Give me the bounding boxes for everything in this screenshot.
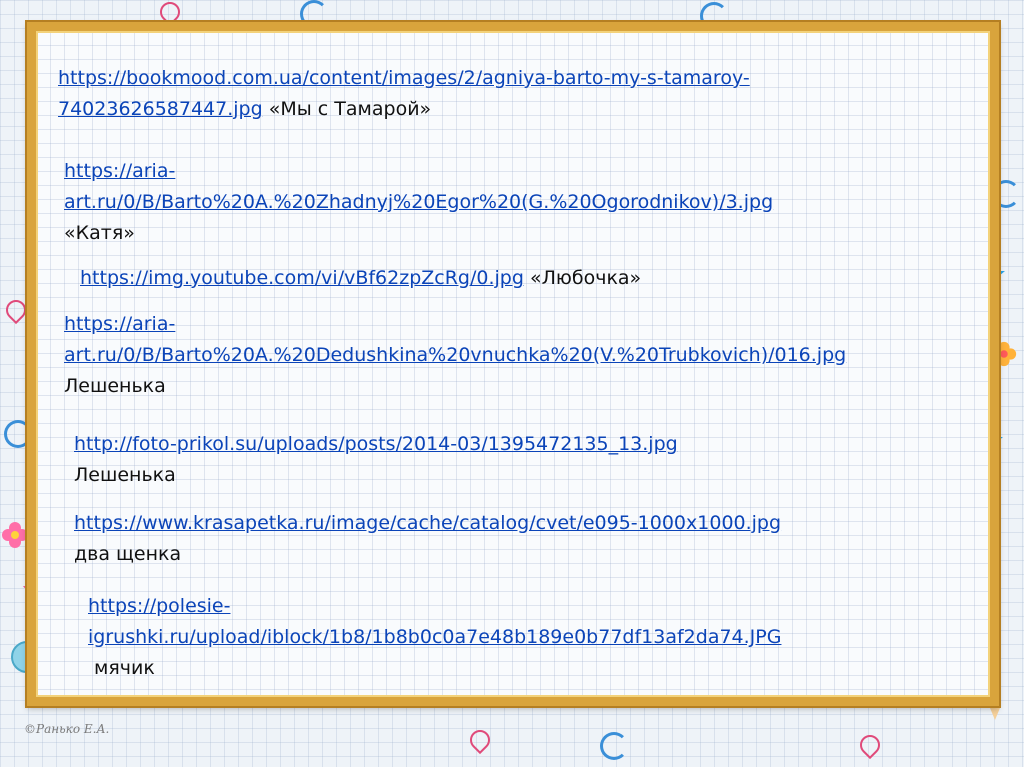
reference-caption: «Мы с Тамарой» — [268, 98, 432, 120]
reference-entry: https://aria- art.ru/0/B/Barto%20A.%20Zh… — [64, 156, 773, 249]
reference-entry: https://www.krasapetka.ru/image/cache/ca… — [74, 508, 781, 570]
reference-caption: мячик — [94, 657, 155, 679]
reference-entry: https://aria- art.ru/0/B/Barto%20A.%20De… — [64, 309, 846, 402]
reference-link[interactable]: https://img.youtube.com/vi/vBf62zpZcRg/0… — [80, 267, 524, 289]
reference-link[interactable]: https://aria- — [64, 160, 175, 182]
reference-link[interactable]: https://bookmood.com.ua/content/images/2… — [58, 67, 750, 89]
reference-caption: Лешенька — [64, 375, 166, 397]
swirl-icon — [600, 732, 628, 760]
reference-link[interactable]: https://www.krasapetka.ru/image/cache/ca… — [74, 512, 781, 534]
reference-link[interactable]: art.ru/0/B/Barto%20A.%20Zhadnyj%20Egor%2… — [64, 191, 773, 213]
reference-link[interactable]: art.ru/0/B/Barto%20A.%20Dedushkina%20vnu… — [64, 344, 846, 366]
reference-entry: https://img.youtube.com/vi/vBf62zpZcRg/0… — [80, 263, 641, 294]
reference-link[interactable]: https://aria- — [64, 313, 175, 335]
reference-link[interactable]: http://foto-prikol.su/uploads/posts/2014… — [74, 433, 678, 455]
reference-entry: https://bookmood.com.ua/content/images/2… — [58, 63, 750, 125]
reference-caption: Лешенька — [74, 464, 176, 486]
reference-link[interactable]: igrushki.ru/upload/iblock/1b8/1b8b0c0a7e… — [88, 626, 781, 648]
reference-caption: «Любочка» — [529, 267, 642, 289]
reference-caption: «Катя» — [64, 222, 135, 244]
heart-icon — [1, 295, 31, 325]
flower-icon — [0, 520, 30, 554]
heart-icon — [855, 730, 885, 760]
reference-caption: два щенка — [74, 543, 182, 565]
reference-link[interactable]: https://polesie- — [88, 595, 230, 617]
heart-icon — [465, 725, 495, 755]
reference-entry: https://polesie- igrushki.ru/upload/iblo… — [88, 591, 781, 684]
reference-link[interactable]: 74023626587447.jpg — [58, 98, 263, 120]
reference-entry: http://foto-prikol.su/uploads/posts/2014… — [74, 429, 678, 491]
author-credit: ©Ранько Е.А. — [24, 722, 110, 736]
